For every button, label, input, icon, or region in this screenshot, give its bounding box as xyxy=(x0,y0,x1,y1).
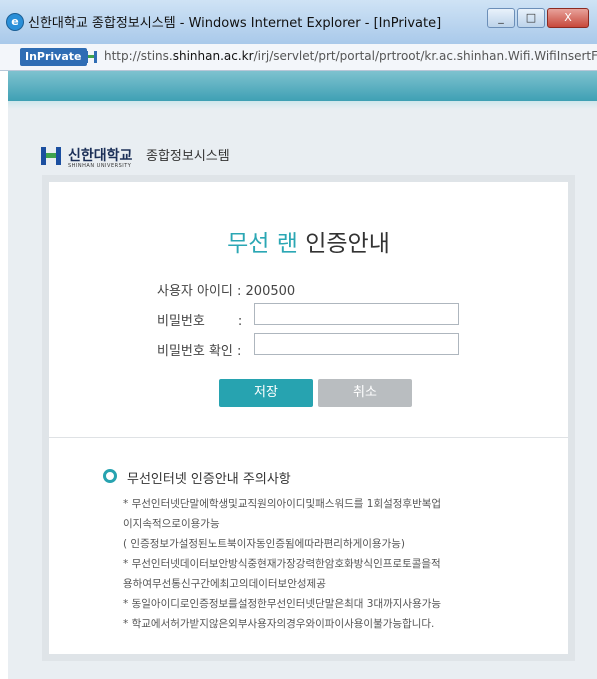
shinhan-logo-icon xyxy=(41,147,61,165)
url-path: /irj/servlet/prt/portal/prtroot/kr.ac.sh… xyxy=(253,49,597,63)
notice-item: * 동일아이디로인증정보를설정한무선인터넷단말은최대 3대까지사용가능 xyxy=(123,598,442,610)
site-favicon-icon xyxy=(85,51,97,63)
brand-name: 신한대학교 xyxy=(68,148,133,164)
brand-tagline: 종합정보시스템 xyxy=(146,149,230,164)
wifi-auth-panel: 무선 랜 인증안내 사용자 아이디 : 200500 비밀번호 : 비밀번호 확… xyxy=(42,175,575,661)
notice-item: * 무선인터넷데이터보안방식중현재가장강력한암호화방식인프로토콜을적 xyxy=(123,558,441,570)
notice-list: * 무선인터넷단말에학생및교직원의아이디및패스워드를 1회설정후반복업 이지속적… xyxy=(123,494,543,634)
notice-title: 무선인터넷 인증안내 주의사항 xyxy=(127,472,291,487)
notice-item: 용하여무선통신구간에최고의데이터보안성제공 xyxy=(123,578,326,590)
inprivate-badge[interactable]: InPrivate xyxy=(20,48,87,66)
password-label-row: 비밀번호 : xyxy=(157,310,242,329)
circle-bullet-icon xyxy=(103,469,117,483)
title-rest: 인증안내 xyxy=(297,231,390,257)
notice-item: 이지속적으로이용가능 xyxy=(123,518,220,530)
notice-item: * 무선인터넷단말에학생및교직원의아이디및패스워드를 1회설정후반복업 xyxy=(123,498,442,510)
header-band xyxy=(8,71,597,109)
save-button[interactable]: 저장 xyxy=(219,379,313,407)
notice-item: * 학교에서허가받지않은외부사용자의경우와이파이사용이불가능합니다. xyxy=(123,618,435,630)
divider xyxy=(49,437,568,438)
url-field[interactable]: http://stins.shinhan.ac.kr/irj/servlet/p… xyxy=(104,49,597,63)
window-titlebar: e 신한대학교 종합정보시스템 - Windows Internet Explo… xyxy=(0,0,597,45)
page-title: 무선 랜 인증안내 xyxy=(49,224,568,258)
minimize-button[interactable]: _ xyxy=(487,8,515,28)
maximize-button[interactable]: □ xyxy=(517,8,545,28)
window-title: 신한대학교 종합정보시스템 - Windows Internet Explore… xyxy=(28,16,442,31)
user-id-label: 사용자 아이디 : 200500 xyxy=(157,284,296,299)
url-prefix: http://stins. xyxy=(104,49,173,63)
page-content: 신한대학교 SHINHAN UNIVERSITY 종합정보시스템 무선 랜 인증… xyxy=(8,71,597,679)
password-confirm-field[interactable] xyxy=(254,333,459,355)
password-confirm-label: 비밀번호 확인 : xyxy=(157,344,242,359)
close-button[interactable]: X xyxy=(547,8,589,28)
brand-sub: SHINHAN UNIVERSITY xyxy=(68,163,132,169)
url-domain: shinhan.ac.kr xyxy=(172,49,254,63)
cancel-button[interactable]: 취소 xyxy=(318,379,412,407)
password-field[interactable] xyxy=(254,303,459,325)
window-controls: _ □ X xyxy=(487,8,589,28)
address-bar: InPrivate http://stins.shinhan.ac.kr/irj… xyxy=(0,44,597,71)
ie-icon: e xyxy=(6,13,24,31)
password-label: 비밀번호 xyxy=(157,314,205,329)
password-colon: : xyxy=(204,314,243,329)
notice-item: ( 인증정보가설정된노트북이자동인증됨에따라편리하게이용가능) xyxy=(123,538,406,550)
title-accent: 무선 랜 xyxy=(227,231,298,257)
